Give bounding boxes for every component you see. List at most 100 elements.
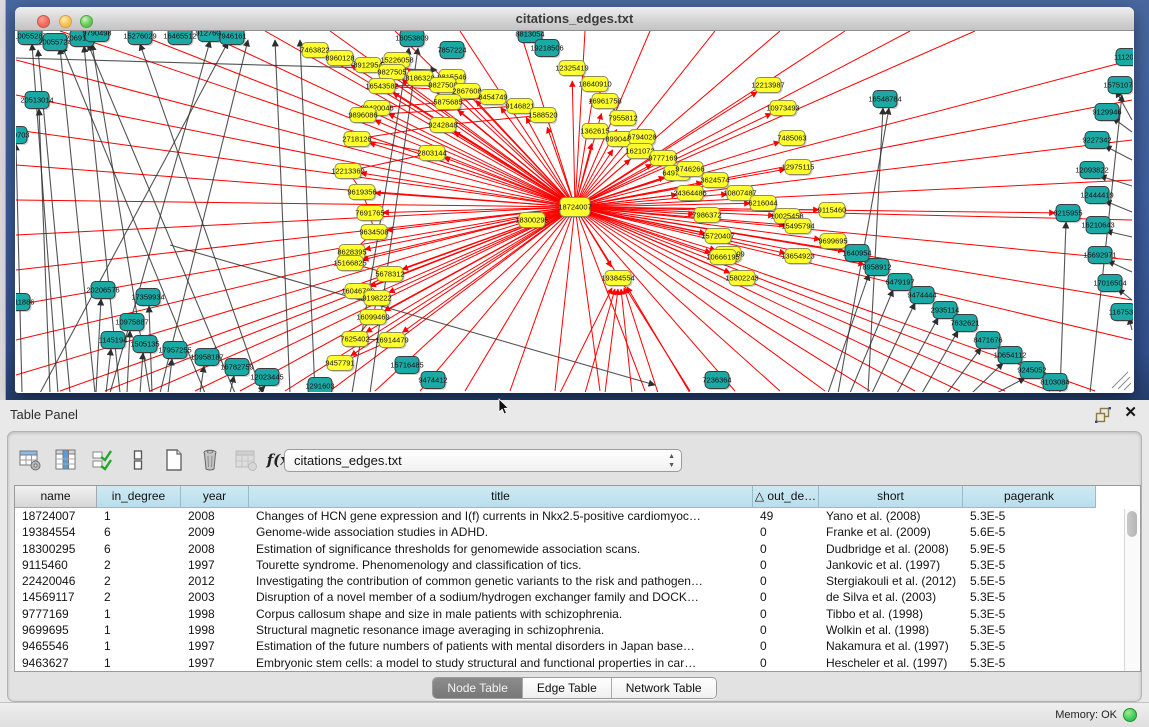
table-cell-short[interactable]: Yano et al. (2008) xyxy=(819,508,963,524)
table-cell-name[interactable]: 14569117 xyxy=(15,589,97,605)
table-cell-out_degree[interactable]: 0 xyxy=(753,524,819,540)
table-cell-out_degree[interactable]: 0 xyxy=(753,557,819,573)
table-cell-pagerank[interactable]: 5.3E-5 xyxy=(963,622,1096,638)
graph-node[interactable]: 17957255 xyxy=(158,342,191,361)
graph-node[interactable]: 24364486 xyxy=(673,186,706,203)
graph-node[interactable]: 8215955 xyxy=(1053,205,1082,224)
table-cell-name[interactable]: 19384554 xyxy=(15,524,97,540)
graph-node[interactable]: 8471676 xyxy=(973,332,1002,351)
graph-node[interactable]: 1291603 xyxy=(305,378,334,393)
table-cell-year[interactable]: 1997 xyxy=(181,655,249,671)
graph-node[interactable]: 7857224 xyxy=(437,42,466,61)
table-cell-short[interactable]: Tibbo et al. (1998) xyxy=(819,606,963,622)
table-row[interactable]: 1872400712008Changes of HCN gene express… xyxy=(15,508,1140,524)
network-graph[interactable]: 1872400774638228960128891295415226058982… xyxy=(16,31,1133,392)
delete-table-icon[interactable] xyxy=(196,447,223,474)
column-header-title[interactable]: title xyxy=(249,486,753,508)
graph-node[interactable]: 19811886 xyxy=(16,294,34,313)
column-header-year[interactable]: year xyxy=(181,486,249,508)
graph-node[interactable]: 17359934 xyxy=(131,289,164,308)
table-cell-name[interactable]: 9777169 xyxy=(15,606,97,622)
table-cell-year[interactable]: 1997 xyxy=(181,557,249,573)
graph-node[interactable]: 15692971 xyxy=(1083,247,1116,266)
graph-node[interactable]: 15802243 xyxy=(725,271,758,288)
graph-node[interactable]: 1505135 xyxy=(130,336,159,355)
table-cell-pagerank[interactable]: 5.3E-5 xyxy=(963,638,1096,654)
graph-node[interactable]: 1167533 xyxy=(1109,304,1133,323)
graph-node[interactable]: 16961758 xyxy=(588,94,621,111)
graph-node[interactable]: 16465512 xyxy=(163,31,196,46)
graph-hub-node[interactable]: 18724007 xyxy=(558,198,591,219)
graph-node[interactable]: 12093822 xyxy=(1075,162,1108,181)
table-cell-out_degree[interactable]: 0 xyxy=(753,655,819,671)
graph-node[interactable]: 9699695 xyxy=(818,234,847,251)
graph-node[interactable]: 9810703 xyxy=(16,127,30,146)
table-cell-title[interactable]: Investigating the contribution of common… xyxy=(249,573,753,589)
graph-node[interactable]: 7632621 xyxy=(950,315,979,334)
graph-node[interactable]: 15166825 xyxy=(333,256,366,273)
table-cell-year[interactable]: 2009 xyxy=(181,524,249,540)
node-table-header[interactable]: namein_degreeyeartitle△ out_de…shortpage… xyxy=(15,486,1140,508)
graph-node[interactable]: 13654923 xyxy=(781,249,814,266)
graph-node[interactable]: 8960128 xyxy=(325,51,354,68)
table-cell-short[interactable]: Franke et al. (2009) xyxy=(819,524,963,540)
table-settings-icon[interactable] xyxy=(16,447,43,474)
match-rows-icon[interactable] xyxy=(124,447,151,474)
memory-status-indicator[interactable] xyxy=(1123,708,1137,722)
graph-node[interactable]: 17016504 xyxy=(1093,275,1126,294)
table-cell-pagerank[interactable]: 5.6E-5 xyxy=(963,524,1096,540)
tab-network-table[interactable]: Network Table xyxy=(612,678,716,698)
table-cell-pagerank[interactable]: 5.3E-5 xyxy=(963,655,1096,671)
graph-node[interactable]: 12213987 xyxy=(751,78,784,95)
table-cell-in_degree[interactable]: 1 xyxy=(97,508,181,524)
graph-node[interactable]: 12975115 xyxy=(782,160,815,177)
table-row[interactable]: 969969511998Structural magnetic resonanc… xyxy=(15,622,1140,638)
table-cell-in_degree[interactable]: 1 xyxy=(97,606,181,622)
graph-node[interactable]: 7625402 xyxy=(340,332,369,349)
graph-node[interactable]: 9198222 xyxy=(362,291,391,308)
graph-node[interactable]: 10975887 xyxy=(115,314,148,333)
graph-node[interactable]: 19384554 xyxy=(601,271,634,288)
graph-node[interactable]: 16053809 xyxy=(395,31,428,48)
table-cell-name[interactable]: 18724007 xyxy=(15,508,97,524)
column-header-pagerank[interactable]: pagerank xyxy=(963,486,1096,508)
graph-node[interactable]: 7691765 xyxy=(355,206,384,223)
graph-node[interactable]: 10666195 xyxy=(706,250,739,267)
table-selector-dropdown[interactable]: citations_edges.txt ▲▼ xyxy=(284,449,682,472)
table-row[interactable]: 946362711997Embryonic stem cells: a mode… xyxy=(15,655,1140,671)
graph-node[interactable]: 9129946 xyxy=(1092,104,1121,123)
graph-node[interactable]: 7986372 xyxy=(692,208,721,225)
graph-node[interactable]: 9777169 xyxy=(648,151,677,168)
table-cell-title[interactable]: Structural magnetic resonance image aver… xyxy=(249,622,753,638)
graph-node[interactable]: 9619356 xyxy=(347,185,376,202)
table-cell-name[interactable]: 9115460 xyxy=(15,557,97,573)
table-cell-title[interactable]: Estimation of the future numbers of pati… xyxy=(249,638,753,654)
import-table-icon[interactable] xyxy=(232,447,259,474)
tab-node-table[interactable]: Node Table xyxy=(433,678,523,698)
graph-node[interactable]: 16543582 xyxy=(365,79,398,96)
graph-node[interactable]: 18300295 xyxy=(515,213,548,230)
graph-node[interactable]: 15495794 xyxy=(781,219,814,236)
graph-node[interactable]: 16548784 xyxy=(868,91,901,110)
table-cell-year[interactable]: 1998 xyxy=(181,606,249,622)
graph-node[interactable]: 9790498 xyxy=(82,31,111,43)
row-selection-icon[interactable] xyxy=(88,447,115,474)
table-cell-short[interactable]: Dudbridge et al. (2008) xyxy=(819,541,963,557)
graph-node[interactable]: 18640910 xyxy=(578,77,611,94)
table-cell-year[interactable]: 2008 xyxy=(181,508,249,524)
table-cell-name[interactable]: 18300295 xyxy=(15,541,97,557)
column-header-out_degree[interactable]: △ out_de… xyxy=(753,486,819,508)
table-cell-year[interactable]: 2008 xyxy=(181,541,249,557)
tab-edge-table[interactable]: Edge Table xyxy=(523,678,612,698)
table-cell-in_degree[interactable]: 6 xyxy=(97,541,181,557)
table-cell-title[interactable]: Disruption of a novel member of a sodium… xyxy=(249,589,753,605)
column-header-name[interactable]: name xyxy=(15,486,97,508)
graph-node[interactable]: 20513014 xyxy=(20,92,53,111)
graph-node[interactable]: 7946161 xyxy=(217,31,246,46)
table-cell-name[interactable]: 9699695 xyxy=(15,622,97,638)
graph-node[interactable]: 1145194 xyxy=(99,332,128,351)
table-cell-year[interactable]: 2003 xyxy=(181,589,249,605)
table-cell-pagerank[interactable]: 5.3E-5 xyxy=(963,589,1096,605)
table-row[interactable]: 977716911998Corpus callosum shape and si… xyxy=(15,606,1140,622)
close-panel-icon[interactable]: ✕ xyxy=(1124,405,1137,421)
